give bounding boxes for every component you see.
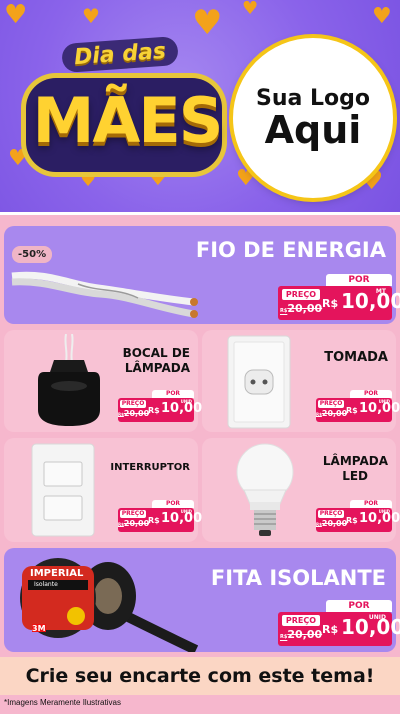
product-name: INTERRUPTOR xyxy=(110,462,190,473)
preco-label: PREÇO xyxy=(318,400,344,408)
old-value: 20,00 xyxy=(287,628,323,641)
price-tag: POR PREÇO R$20,00 R$ 10,00 UNID xyxy=(316,390,400,422)
price-box: PREÇO R$20,00 R$ 10,00 UNID xyxy=(278,612,400,646)
discount-badge: -50% xyxy=(12,246,53,263)
tape-sub-label: Isolante xyxy=(34,581,58,588)
old-price: R$20,00 xyxy=(118,409,150,418)
price-box: PREÇO R$20,00 R$ 10,00 MT xyxy=(278,286,400,320)
price-tag: POR PREÇO R$20,00 R$ 10,00 UNID xyxy=(316,500,400,532)
por-label: POR xyxy=(326,274,392,286)
price-box: PREÇO R$20,00 R$ 10,00 UNID xyxy=(316,508,400,532)
tape-mark-label: 3M xyxy=(32,624,46,633)
price-unit: UNID xyxy=(180,399,192,404)
price-unit: UNID xyxy=(180,509,192,514)
product-name: FIO DE ENERGIA xyxy=(195,238,386,262)
heart-icon: ♥ xyxy=(4,0,28,30)
product-name-line2: LED xyxy=(342,469,368,483)
price-tag: POR PREÇO R$20,00 R$ 10,00 MT xyxy=(278,274,400,320)
por-label: POR xyxy=(152,390,194,398)
disclaimer-note: *Imagens Meramente Ilustrativas xyxy=(4,698,121,707)
old-value: 20,00 xyxy=(123,519,150,528)
old-price: R$20,00 xyxy=(280,628,323,641)
product-card-lampada-led[interactable]: LÂMPADA LED POR PREÇO R$20,00 R$ 10,00 U… xyxy=(202,438,400,542)
por-label: POR xyxy=(350,390,392,398)
old-price: R$20,00 xyxy=(316,519,348,528)
old-value: 20,00 xyxy=(321,409,348,418)
tape-brand-label: IMPERIAL xyxy=(30,568,84,579)
electric-wire-icon xyxy=(11,271,198,318)
price-tag: POR PREÇO R$20,00 R$ 10,00 UNID xyxy=(278,600,400,646)
preco-label: PREÇO xyxy=(318,510,344,518)
heart-icon: ♥ xyxy=(192,3,223,43)
product-card-tomada[interactable]: TOMADA POR PREÇO R$20,00 R$ 10,00 UNID xyxy=(202,330,400,432)
product-card-interruptor[interactable]: INTERRUPTOR POR PREÇO R$20,00 R$ 10,00 U… xyxy=(4,438,202,542)
preco-label: PREÇO xyxy=(282,615,320,626)
led-bulb-icon xyxy=(236,443,294,536)
por-label: POR xyxy=(326,600,392,612)
preco-label: PREÇO xyxy=(120,400,146,408)
preco-label: PREÇO xyxy=(282,289,320,300)
price-box: PREÇO R$20,00 R$ 10,00 UNID xyxy=(316,398,400,422)
price-box: PREÇO R$20,00 R$ 10,00 UNID xyxy=(118,508,202,532)
product-name: FITA ISOLANTE xyxy=(210,566,386,590)
cta-banner[interactable]: Crie seu encarte com este tema! xyxy=(0,657,400,695)
old-value: 20,00 xyxy=(287,302,323,315)
old-value: 20,00 xyxy=(123,409,150,418)
campaign-title: Dia das MÃES xyxy=(22,35,232,196)
currency-symbol: R$ xyxy=(322,623,339,636)
price-value: 10,00 xyxy=(341,289,400,313)
price-unit: UNID xyxy=(378,509,390,514)
header-banner: ♥ ♥ ♥ ♥ ♥ ♥ ♥ ♥ ♥ ♥ ♥ Dia das MÃES Sua L… xyxy=(0,0,400,214)
currency-symbol: R$ xyxy=(148,516,160,525)
price-tag: POR PREÇO R$20,00 R$ 10,00 UNID xyxy=(118,390,202,422)
por-label: POR xyxy=(152,500,194,508)
price-box: PREÇO R$20,00 R$ 10,00 UNID xyxy=(118,398,202,422)
currency-symbol: R$ xyxy=(322,297,339,310)
logo-placeholder[interactable]: Sua Logo Aqui xyxy=(233,38,393,198)
heart-icon: ♥ xyxy=(372,4,392,29)
old-price: R$20,00 xyxy=(118,519,150,528)
product-name-line1: LÂMPADA xyxy=(322,454,388,468)
old-price: R$20,00 xyxy=(316,409,348,418)
product-card-bocal-de-lampada[interactable]: BOCAL DE LÂMPADA POR PREÇO R$20,00 R$ 10… xyxy=(4,330,202,432)
title-maes: MÃES xyxy=(32,84,224,157)
power-outlet-icon xyxy=(227,335,291,429)
price-unit: UNID xyxy=(368,614,386,621)
price-unit: UNID xyxy=(378,399,390,404)
old-price: R$20,00 xyxy=(280,302,323,315)
product-name-line1: BOCAL DE xyxy=(122,346,190,360)
currency-symbol: R$ xyxy=(148,406,160,415)
product-name-line2: LÂMPADA xyxy=(124,361,190,375)
title-dia-das: Dia das xyxy=(61,35,179,74)
price-tag: POR PREÇO R$20,00 R$ 10,00 UNID xyxy=(118,500,202,532)
heart-icon: ♥ xyxy=(242,0,259,19)
currency-symbol: R$ xyxy=(346,516,358,525)
logo-text-line1: Sua Logo xyxy=(255,85,370,111)
old-value: 20,00 xyxy=(321,519,348,528)
preco-label: PREÇO xyxy=(120,510,146,518)
lamp-socket-icon xyxy=(38,334,100,426)
product-card-fita-isolante[interactable]: IMPERIAL Isolante 3M FITA ISOLANTE POR P… xyxy=(4,548,400,652)
product-card-fio-de-energia[interactable]: -50% FIO DE ENERGIA POR PREÇO R$20,00 R$… xyxy=(4,226,400,324)
insulating-tape-icon xyxy=(20,558,198,652)
currency-symbol: R$ xyxy=(346,406,358,415)
por-label: POR xyxy=(350,500,392,508)
light-switch-icon xyxy=(31,443,95,537)
price-unit: MT xyxy=(375,288,386,295)
product-name: TOMADA xyxy=(324,350,388,365)
logo-text-line2: Aqui xyxy=(264,107,362,152)
heart-icon: ♥ xyxy=(82,4,100,28)
